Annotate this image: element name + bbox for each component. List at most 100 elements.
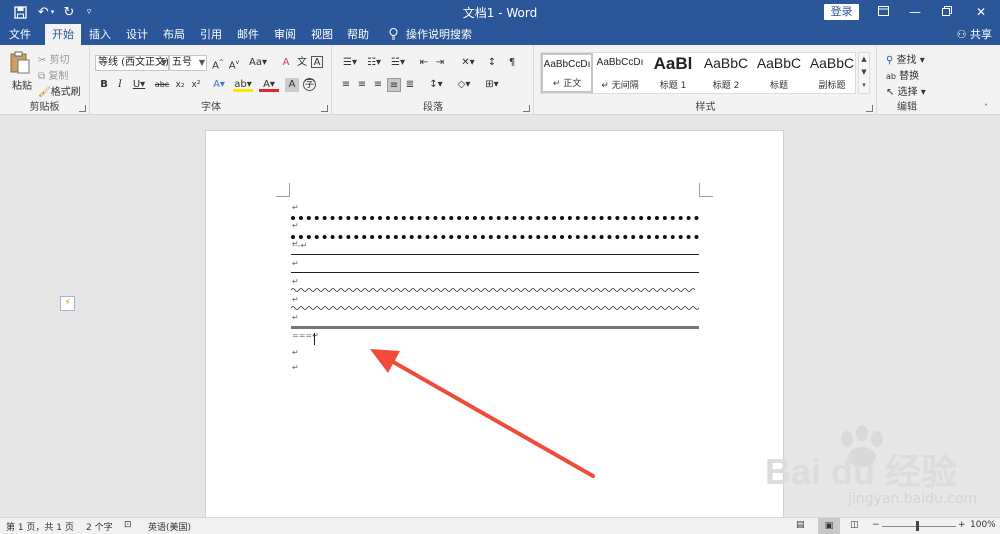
style-no-spacing[interactable]: AaBbCcDı ↵ 无间隔 (594, 53, 646, 93)
style-heading-1[interactable]: AaBl 标题 1 (647, 53, 699, 93)
zoom-slider-thumb[interactable] (916, 521, 919, 531)
align-center-icon[interactable]: ≡ (355, 78, 369, 92)
bullets-icon[interactable]: ☰▾ (339, 56, 361, 70)
enclosed-char-icon[interactable]: 字 (303, 78, 316, 91)
chevron-down-icon[interactable]: ▼ (859, 66, 869, 79)
editing-group: ⚲ 查找 ▾ ab 替换 ↖ 选择 ▾ 编辑 (878, 45, 936, 115)
chevron-down-icon: ▼ (198, 58, 205, 67)
paragraph-launcher-icon[interactable] (523, 105, 530, 112)
read-mode-icon[interactable]: ▤ (796, 520, 805, 530)
watermark-url: jingyan.baidu.com (848, 491, 978, 507)
font-label: 字体 (201, 102, 221, 113)
solid-border-line (291, 254, 699, 255)
zoom-out-icon[interactable]: − (872, 520, 880, 530)
phonetic-guide-icon[interactable]: 文 (295, 56, 309, 70)
tab-design[interactable]: 设计 (121, 24, 153, 45)
italic-icon[interactable]: I (113, 78, 127, 92)
align-right-icon[interactable]: ≡ (371, 78, 385, 92)
tab-mailings[interactable]: 邮件 (232, 24, 264, 45)
line-spacing-icon[interactable]: ↕▾ (425, 78, 447, 92)
select-button[interactable]: ↖ 选择 ▾ (886, 83, 926, 98)
superscript-icon[interactable]: x² (189, 78, 203, 92)
cut-button[interactable]: ✂ 剪切 (38, 51, 70, 66)
numbering-icon[interactable]: ☷▾ (363, 56, 385, 70)
close-icon[interactable]: ✕ (966, 0, 996, 24)
borders-icon[interactable]: ⊞▾ (481, 78, 503, 92)
chevron-up-icon[interactable]: ▲ (859, 53, 869, 66)
enclose-char-icon[interactable]: A (311, 56, 323, 68)
show-marks-icon[interactable]: ¶ (505, 56, 519, 70)
font-size-combo[interactable]: 五号 ▼ (169, 55, 207, 71)
font-size-value: 五号 (172, 57, 192, 68)
print-layout-icon[interactable]: ▣ (818, 518, 840, 534)
tab-references[interactable]: 引用 (195, 24, 227, 45)
style-title[interactable]: AaBbC 标题 (753, 53, 805, 93)
zoom-in-icon[interactable]: + (958, 520, 966, 530)
multilevel-list-icon[interactable]: ☱▾ (387, 56, 409, 70)
proofing-icon[interactable]: ⊡ (124, 520, 132, 530)
strikethrough-icon[interactable]: abc (153, 78, 171, 92)
tab-file[interactable]: 文件 (4, 24, 36, 45)
copy-button[interactable]: ⧉ 复制 (38, 67, 68, 82)
tell-me-search[interactable]: 操作说明搜索 (404, 24, 474, 45)
change-case-icon[interactable]: Aa▾ (247, 56, 269, 70)
font-color-icon[interactable]: A▾ (259, 78, 279, 92)
chinese-layout-icon[interactable]: ✕▾ (457, 56, 479, 70)
replace-button[interactable]: ab 替换 (886, 67, 919, 82)
style-heading-2[interactable]: AaBbC 标题 2 (700, 53, 752, 93)
justify-icon[interactable]: ≡ (387, 78, 401, 92)
shrink-font-icon[interactable]: Av (227, 56, 241, 71)
distributed-icon[interactable]: ≣ (403, 78, 417, 92)
restore-icon[interactable] (932, 0, 962, 24)
login-button[interactable]: 登录 (824, 4, 859, 20)
highlight-icon[interactable]: ab▾ (233, 78, 253, 92)
styles-label: 样式 (695, 102, 716, 113)
underline-icon[interactable]: U▾ (129, 78, 149, 92)
style-subtitle[interactable]: AaBbC 副标题 (806, 53, 858, 93)
sort-icon[interactable]: ↕ (485, 56, 499, 70)
styles-launcher-icon[interactable] (866, 105, 873, 112)
text-effects-icon[interactable]: A▾ (209, 78, 229, 92)
autocorrect-options-icon[interactable]: ⚡ (60, 296, 75, 311)
replace-icon: ab (886, 72, 896, 81)
decrease-indent-icon[interactable]: ⇤ (417, 56, 431, 70)
share-button[interactable]: ⚇ 共享 (957, 24, 992, 45)
find-button[interactable]: ⚲ 查找 ▾ (886, 51, 925, 66)
paste-button[interactable]: 粘贴 (12, 77, 32, 92)
grow-font-icon[interactable]: A^ (211, 56, 225, 71)
tab-layout[interactable]: 布局 (158, 24, 190, 45)
web-layout-icon[interactable]: ◫ (850, 520, 859, 530)
language[interactable]: 英语(美国) (148, 520, 191, 533)
paragraph-mark: ↵ (292, 203, 299, 212)
ribbon-display-icon[interactable] (868, 0, 898, 24)
zoom-level[interactable]: 100% (970, 520, 996, 530)
tab-view[interactable]: 视图 (306, 24, 338, 45)
tab-help[interactable]: 帮助 (342, 24, 374, 45)
clear-format-icon[interactable]: A (279, 56, 293, 70)
tab-review[interactable]: 审阅 (269, 24, 301, 45)
increase-indent-icon[interactable]: ⇥ (433, 56, 447, 70)
page-count[interactable]: 第 1 页，共 1 页 (6, 520, 74, 533)
font-name-combo[interactable]: 等线 (西文正文) ▼ (95, 55, 169, 71)
font-launcher-icon[interactable] (321, 105, 328, 112)
format-painter-button[interactable]: 🖌格式刷 (38, 83, 81, 98)
zoom-slider[interactable] (882, 526, 956, 527)
shading-icon[interactable]: ◇▾ (453, 78, 475, 92)
bold-icon[interactable]: B (97, 78, 111, 92)
style-normal[interactable]: AaBbCcDı ↵ 正文 (541, 53, 593, 93)
collapse-ribbon-icon[interactable]: ˄ (984, 103, 988, 112)
subscript-icon[interactable]: x₂ (173, 78, 187, 92)
paste-icon[interactable] (9, 51, 31, 74)
minimize-icon[interactable]: — (900, 0, 930, 24)
typed-dashes: ---↵ (292, 241, 308, 250)
align-left-icon[interactable]: ≡ (339, 78, 353, 92)
wavy-border-line (291, 306, 699, 310)
tab-home[interactable]: 开始 (45, 24, 81, 45)
clipboard-launcher-icon[interactable] (79, 105, 86, 112)
more-styles-icon[interactable]: ▾ (859, 79, 869, 92)
tab-insert[interactable]: 插入 (84, 24, 116, 45)
word-count[interactable]: 2 个字 (86, 520, 113, 533)
styles-scroll[interactable]: ▲ ▼ ▾ (858, 52, 870, 94)
text-cursor (314, 333, 315, 345)
char-shading-icon[interactable]: A (285, 78, 299, 92)
